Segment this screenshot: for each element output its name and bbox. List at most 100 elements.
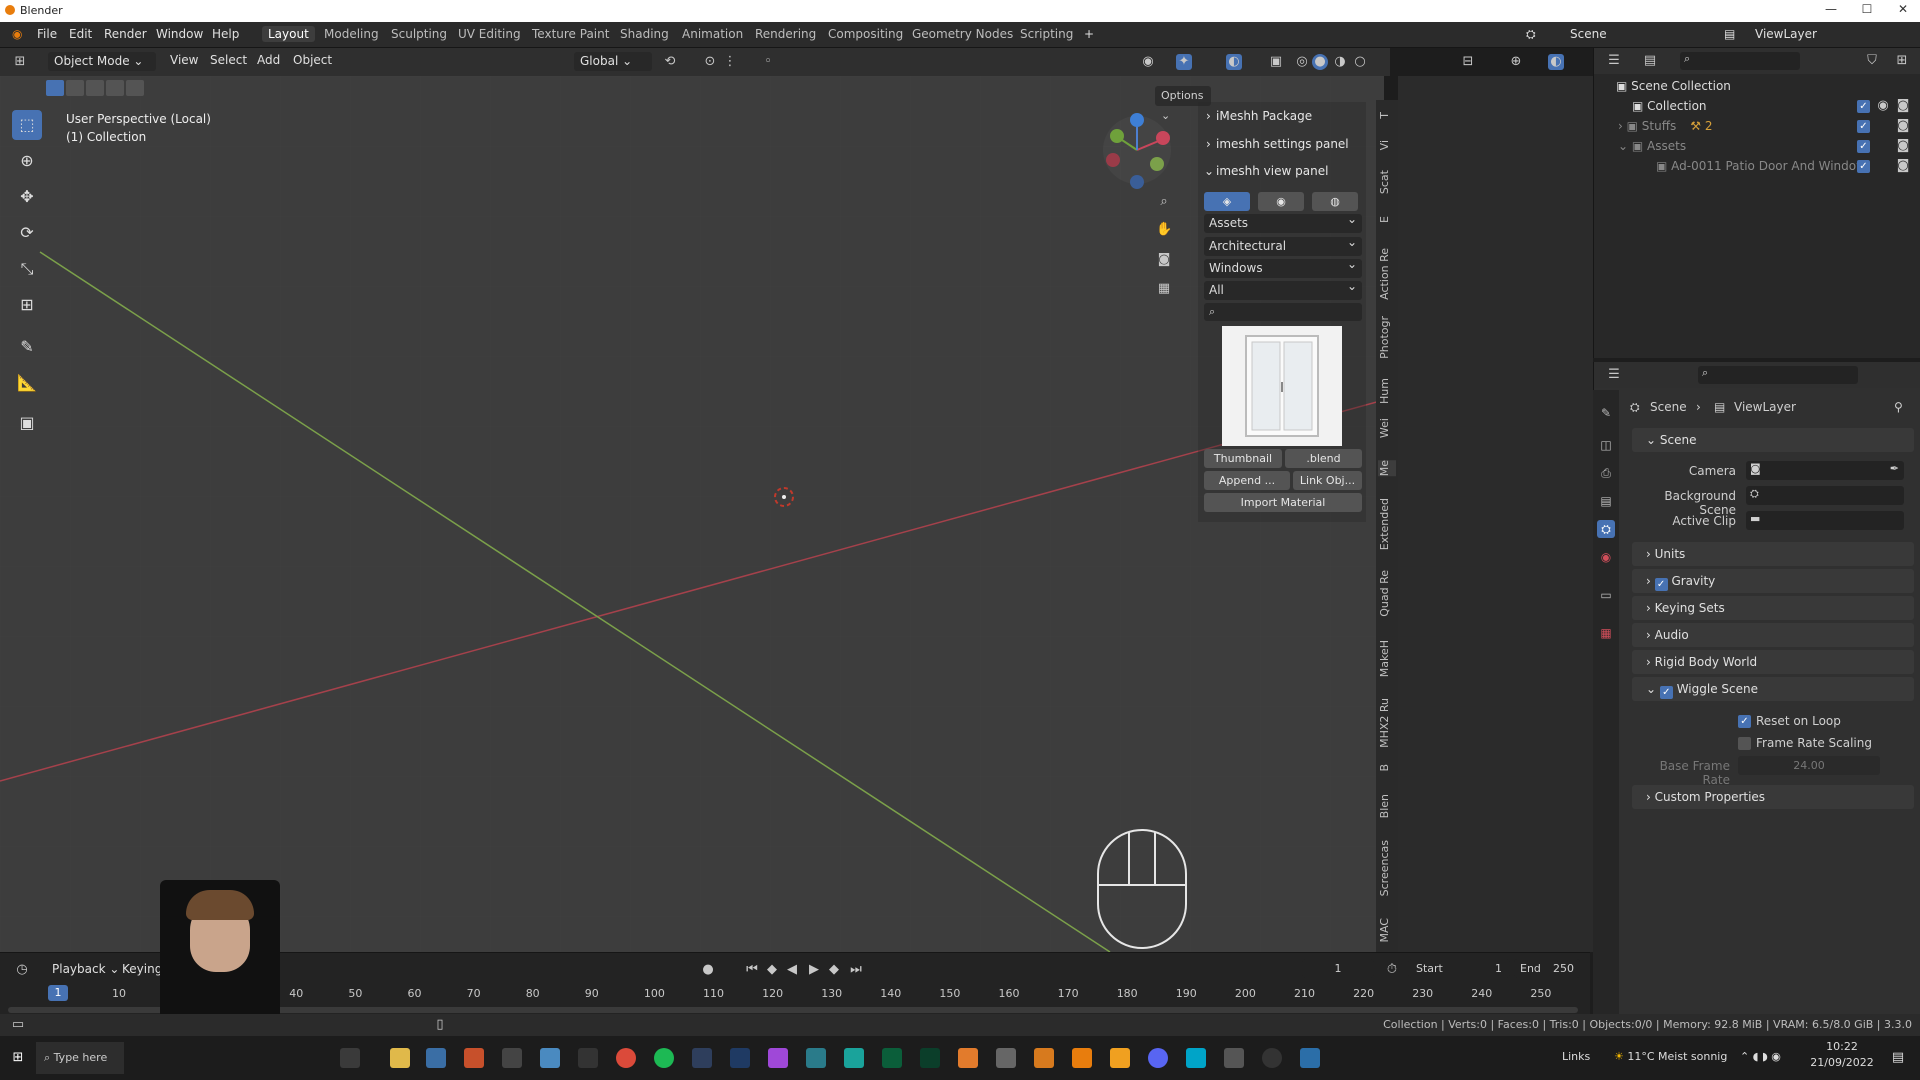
tab-shading[interactable]: Shading (614, 26, 675, 42)
select-invert-icon[interactable] (106, 80, 124, 96)
cursor-tool[interactable]: ⊕ (12, 146, 42, 176)
sidebar-tab[interactable]: Screencas (1378, 840, 1396, 896)
asset-search-input[interactable]: ⌕ (1204, 303, 1362, 321)
category-dropdown-architectural[interactable]: Architectural (1204, 235, 1362, 256)
scale-tool[interactable]: ⤡ (12, 254, 42, 284)
append-button[interactable]: Append ... (1204, 471, 1290, 490)
sidebar-tab[interactable]: Photogr (1378, 316, 1396, 359)
viewlayer-name[interactable]: ViewLayer (1755, 27, 1817, 41)
outliner-row[interactable]: ⌄ ▣ Assets (1594, 136, 1920, 156)
prev-keyframe-icon[interactable]: ◆ (764, 962, 780, 978)
app-icon[interactable] (1110, 1048, 1130, 1068)
sidebar-tab[interactable]: MAC (1378, 918, 1396, 943)
playback-menu[interactable]: Playback ⌄ (52, 962, 119, 976)
asset-thumbnail[interactable] (1222, 326, 1342, 446)
add-cube-tool[interactable]: ▣ (12, 408, 42, 438)
category-dropdown-assets[interactable]: Assets (1204, 212, 1362, 233)
thumbnail-button[interactable]: Thumbnail (1204, 449, 1282, 468)
orientation-dropdown[interactable]: Global ⌄ (574, 52, 652, 71)
header-overlay-icon[interactable]: ◐ (1548, 54, 1564, 70)
close-icon[interactable]: ✕ (1888, 2, 1918, 16)
category-dropdown-windows[interactable]: Windows (1204, 257, 1362, 278)
pan-icon[interactable]: ✋ (1156, 222, 1172, 238)
app-icon[interactable] (806, 1048, 826, 1068)
pin-icon[interactable]: ⚲ (1894, 400, 1903, 414)
panel-imeshh-settings[interactable]: imeshh settings panel (1216, 137, 1349, 151)
units-panel-header[interactable]: › Units (1632, 542, 1914, 566)
tab-modeling[interactable]: Modeling (318, 26, 385, 42)
header-snap-icon[interactable]: ⊟ (1460, 54, 1476, 70)
tab-texture-paint[interactable]: Texture Paint (526, 26, 615, 42)
3d-viewport[interactable]: User Perspective (Local) (1) Collection … (0, 76, 1384, 952)
select-subtract-icon[interactable] (86, 80, 104, 96)
sidebar-tab[interactable]: Blen (1378, 794, 1396, 818)
stopwatch-icon[interactable]: ⏱ (1384, 962, 1400, 978)
snap-grid-icon[interactable]: ⋮ (722, 54, 738, 70)
snap-icon[interactable]: ⊙ (702, 54, 718, 70)
reset-on-loop-checkbox[interactable]: ✓ (1738, 715, 1751, 728)
menu-help[interactable]: Help (212, 27, 239, 41)
sidebar-tab-active[interactable]: Me (1378, 460, 1396, 477)
import-material-button[interactable]: Import Material (1204, 493, 1362, 512)
outliner-row[interactable]: ▣ Scene Collection (1594, 76, 1920, 96)
store-icon[interactable] (426, 1048, 446, 1068)
weather-widget[interactable]: ☀ 11°C Meist sonnig (1614, 1050, 1727, 1063)
tab-compositing[interactable]: Compositing (822, 26, 909, 42)
measure-tool[interactable]: 📐 (12, 368, 42, 398)
sidebar-tab[interactable]: Vi (1378, 140, 1396, 150)
app-icon[interactable] (540, 1048, 560, 1068)
clock-time[interactable]: 10:22 (1812, 1040, 1872, 1053)
properties-search-input[interactable]: ⌕ (1698, 366, 1858, 384)
app-icon[interactable] (578, 1048, 598, 1068)
app-icon[interactable] (1034, 1048, 1054, 1068)
rotate-tool[interactable]: ⟳ (12, 218, 42, 248)
sidebar-tab[interactable]: Scat (1378, 170, 1396, 194)
sidebar-tab[interactable]: Extended (1378, 498, 1396, 550)
tab-rendering[interactable]: Rendering (749, 26, 822, 42)
sidebar-tab[interactable]: Action Re (1378, 248, 1396, 300)
sidebar-tab[interactable]: T (1378, 112, 1396, 119)
camera-icon[interactable]: ◙ (1895, 98, 1911, 114)
start-frame-field[interactable]: Start 1 (1408, 959, 1510, 978)
link-object-button[interactable]: Link Obj... (1293, 471, 1362, 490)
camera-view-icon[interactable]: ◙ (1156, 252, 1172, 268)
scene-panel-header[interactable]: ⌄ Scene (1632, 428, 1914, 452)
scene-tab-icon[interactable]: ⛭ (1597, 520, 1615, 538)
rendered-shading-icon[interactable]: ○ (1352, 54, 1368, 70)
next-keyframe-icon[interactable]: ◆ (826, 962, 842, 978)
custom-properties-panel-header[interactable]: › Custom Properties (1632, 785, 1914, 809)
playhead[interactable]: 1 (48, 985, 68, 1001)
chevron-down-icon[interactable]: ⌄ (1204, 164, 1214, 178)
proportional-icon[interactable]: ◦ (760, 54, 776, 70)
exclude-checkbox[interactable]: ✓ (1857, 140, 1870, 153)
timeline-editor-icon[interactable]: ◷ (14, 962, 30, 978)
output-tab-icon[interactable]: ⎙ (1597, 464, 1615, 482)
sidebar-tab[interactable]: Hum (1378, 378, 1396, 404)
app-icon[interactable] (692, 1048, 712, 1068)
select-box-tool[interactable]: ⬚ (12, 110, 42, 140)
category-dropdown-all[interactable]: All (1204, 279, 1362, 300)
app-icon[interactable] (882, 1048, 902, 1068)
base-frame-rate-field[interactable]: 24.00 (1738, 756, 1880, 775)
maximize-icon[interactable]: ☐ (1852, 2, 1882, 16)
camera-icon[interactable]: ◙ (1895, 138, 1911, 154)
material-shading-icon[interactable]: ◑ (1332, 54, 1348, 70)
view-layer-tab-icon[interactable]: ▤ (1597, 492, 1615, 510)
select-extend-icon[interactable] (66, 80, 84, 96)
select-new-icon[interactable] (46, 80, 64, 96)
app-icon[interactable] (768, 1048, 788, 1068)
solid-shading-icon[interactable]: ● (1312, 54, 1328, 70)
camera-field[interactable]: ◙ ✒ (1746, 461, 1904, 480)
panel-imeshh-view[interactable]: imeshh view panel (1216, 164, 1328, 178)
outliner-editor-icon[interactable]: ☰ (1606, 53, 1622, 69)
display-mode-icon[interactable]: ▤ (1642, 53, 1658, 69)
eye-icon[interactable]: ◉ (1875, 98, 1891, 114)
active-clip-field[interactable]: ▬ (1746, 511, 1904, 530)
menu-select[interactable]: Select (210, 53, 247, 67)
file-explorer-icon[interactable] (390, 1048, 410, 1068)
exclude-checkbox[interactable]: ✓ (1857, 120, 1870, 133)
filter-icon[interactable]: ⛉ (1864, 53, 1880, 69)
app-icon[interactable] (502, 1048, 522, 1068)
wiggle-checkbox[interactable]: ✓ (1659, 686, 1673, 699)
eyedropper-icon[interactable]: ✒ (1890, 462, 1899, 475)
